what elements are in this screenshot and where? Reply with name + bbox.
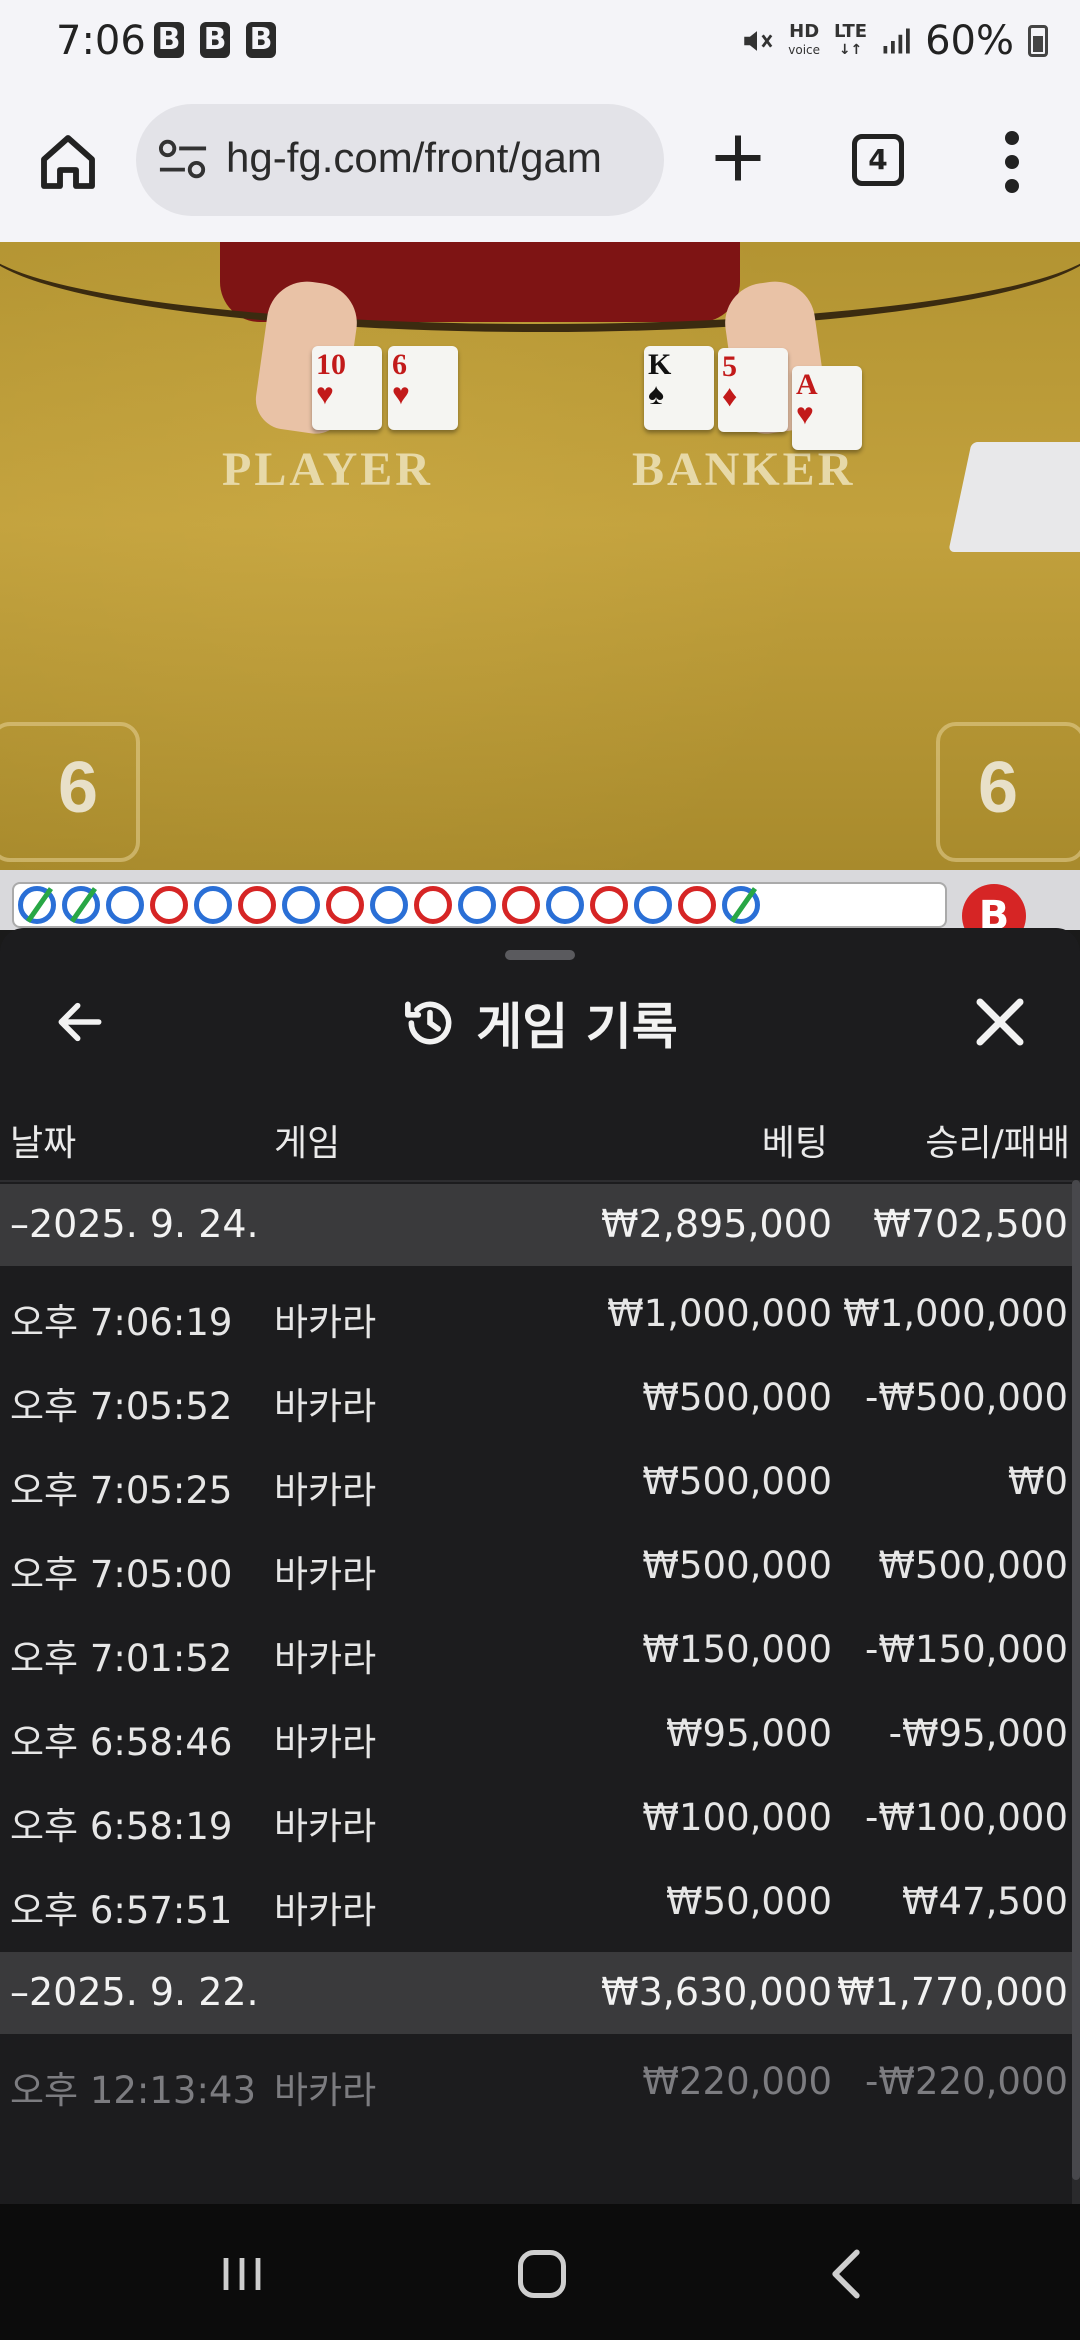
status-bar: 7:06 B B B HD voice LTE ↓↑ 60% [0,0,1080,88]
road-bead [370,886,408,924]
player-label: PLAYER [222,443,433,496]
recents-icon[interactable] [218,2254,266,2294]
card-shoe [948,442,1080,552]
hd-voice-indicator: HD voice [788,21,821,58]
table-row[interactable]: 오후 6:57:51 바카라 ₩50,000 ₩47,500 [0,1858,1072,1942]
more-vert-icon[interactable] [992,128,1032,196]
notification-b-icon: B [154,22,184,58]
header-result[interactable]: 승리/패배 [925,1114,1070,1166]
home-icon[interactable] [36,130,100,194]
address-bar[interactable]: hg-fg.com/front/gam [136,104,664,216]
tabs-icon[interactable]: 4 [852,134,904,186]
banker-card: A ♥ [792,366,862,450]
road-bead [282,886,320,924]
road-bead [62,886,100,924]
sheet-title: 게임 기록 [476,998,678,1056]
url-text: hg-fg.com/front/gam [226,134,602,181]
back-nav-icon[interactable] [828,2248,864,2300]
home-nav-icon[interactable] [518,2250,566,2298]
battery-icon [1028,25,1048,57]
date-group-row[interactable]: –2025. 9. 24. ₩2,895,000 ₩702,500 [0,1184,1072,1266]
table-row[interactable]: 오후 6:58:46 바카라 ₩95,000 -₩95,000 [0,1690,1072,1774]
battery-percent: 60% [925,18,1014,64]
site-settings-icon[interactable] [158,138,208,182]
header-game[interactable]: 게임 [274,1114,340,1166]
plus-icon[interactable] [708,128,768,188]
table-row[interactable]: 오후 7:05:25 바카라 ₩500,000 ₩0 [0,1438,1072,1522]
road-bead [546,886,584,924]
header-bet[interactable]: 베팅 [762,1114,828,1166]
road-bead [458,886,496,924]
status-right: HD voice LTE ↓↑ 60% [740,18,1048,64]
road-bead [678,886,716,924]
player-card: 6 ♥ [388,346,458,430]
signal-icon [883,28,910,54]
bead-road [12,882,947,928]
header-date[interactable]: 날짜 [10,1114,76,1166]
banker-label: BANKER [632,443,856,496]
baccarat-video[interactable]: PLAYER BANKER 10 ♥ 6 ♥ K ♠ 5 ♦ A ♥ 6 6 [0,242,1080,870]
road-bead [150,886,188,924]
banker-card: K ♠ [644,346,714,430]
road-bead [18,886,56,924]
road-bead [590,886,628,924]
road-bead [722,886,760,924]
date-group-row[interactable]: –2025. 9. 22. ₩3,630,000 ₩1,770,000 [0,1952,1072,2034]
roadmap-strip: B [0,870,1080,948]
road-bead [502,886,540,924]
notification-b-icon: B [200,22,230,58]
table-row[interactable]: 오후 12:13:43 바카라 ₩220,000 -₩220,000 [0,2038,1072,2122]
table-row[interactable]: 오후 6:58:19 바카라 ₩100,000 -₩100,000 [0,1774,1072,1858]
road-bead [326,886,364,924]
table-row[interactable]: 오후 7:05:52 바카라 ₩500,000 -₩500,000 [0,1354,1072,1438]
game-history-sheet: 게임 기록 날짜 게임 베팅 승리/패배 –2025. 9. 24. ₩2,89… [0,928,1080,2204]
road-bead [634,886,672,924]
banker-score: 6 [978,748,1019,828]
road-bead [106,886,144,924]
status-time: 7:06 [56,18,146,64]
notification-b-icon: B [246,22,276,58]
mute-icon [744,31,773,51]
sheet-drag-handle[interactable] [505,950,575,960]
history-icon [405,1001,452,1045]
system-nav-bar [0,2204,1080,2340]
browser-toolbar: hg-fg.com/front/gam 4 [0,88,1080,242]
road-bead [238,886,276,924]
scrollbar[interactable] [1072,1180,1080,2204]
banker-card: 5 ♦ [718,348,788,432]
table-row[interactable]: 오후 7:05:00 바카라 ₩500,000 ₩500,000 [0,1522,1072,1606]
close-icon[interactable] [970,992,1030,1052]
road-bead [194,886,232,924]
road-bead [414,886,452,924]
lte-indicator: LTE ↓↑ [834,21,868,59]
table-row[interactable]: 오후 7:01:52 바카라 ₩150,000 -₩150,000 [0,1606,1072,1690]
sheet-header: 게임 기록 [0,988,1080,1058]
player-score: 6 [58,748,99,828]
player-card: 10 ♥ [312,346,382,430]
scroll-thumb[interactable] [1072,1180,1080,2180]
table-row[interactable]: 오후 7:06:19 바카라 ₩1,000,000 ₩1,000,000 [0,1270,1072,1354]
